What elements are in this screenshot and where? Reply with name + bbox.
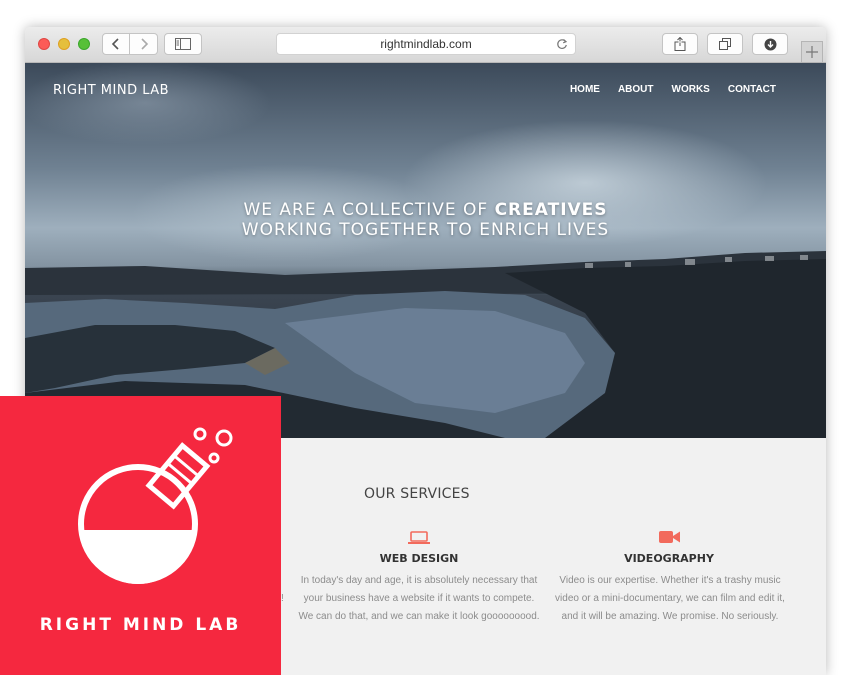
service-videography-line: and it will be amazing. We promise. No s… (561, 611, 779, 622)
nav-works[interactable]: WORKS (672, 84, 710, 95)
tabs-icon (719, 38, 731, 50)
nav-home[interactable]: HOME (570, 84, 600, 95)
service-web-design-line: In today's day and age, it is absolutely… (300, 575, 538, 586)
forward-button[interactable] (130, 33, 158, 55)
zoom-window-button[interactable] (78, 38, 90, 50)
reload-icon[interactable] (556, 38, 568, 50)
hero-headline-emphasis: CREATIVES (494, 200, 608, 220)
service-videography-description: Video is our expertise. Whether it's a t… (539, 572, 801, 626)
video-camera-icon (659, 531, 680, 543)
tab-overview-button[interactable] (707, 33, 743, 55)
sidebar-icon (175, 38, 191, 50)
nav-about[interactable]: ABOUT (618, 84, 654, 95)
hero-headline-prefix: WE ARE A COLLECTIVE OF (243, 200, 495, 220)
url-text: rightmindlab.com (380, 37, 472, 51)
close-window-button[interactable] (38, 38, 50, 50)
hero-background-image (25, 251, 826, 438)
history-buttons (102, 33, 158, 55)
logo-card: RIGHT MIND LAB (0, 396, 281, 675)
site-nav: HOME ABOUT WORKS CONTACT (570, 84, 776, 95)
logo-text: RIGHT MIND LAB (39, 615, 242, 635)
site-brand[interactable]: RIGHT MIND LAB (53, 83, 169, 98)
service-web-design-title: WEB DESIGN (379, 552, 459, 565)
service-videography-title: VIDEOGRAPHY (624, 552, 714, 565)
cropped-text-fragment: ! (281, 593, 284, 604)
services-title: OUR SERVICES (364, 486, 470, 502)
service-videography-line: Video is our expertise. Whether it's a t… (559, 575, 781, 586)
share-button[interactable] (662, 33, 698, 55)
hero-headline-line-1: WE ARE A COLLECTIVE OF CREATIVES (25, 200, 826, 221)
back-button[interactable] (102, 33, 130, 55)
sidebar-button[interactable] (164, 33, 202, 55)
service-web-design-description: In today's day and age, it is absolutely… (289, 572, 549, 626)
hero-headline-line-2: WORKING TOGETHER TO ENRICH LIVES (241, 220, 610, 240)
minimize-window-button[interactable] (58, 38, 70, 50)
address-bar[interactable]: rightmindlab.com (276, 33, 576, 55)
laptop-icon (408, 531, 430, 544)
hero-section: RIGHT MIND LAB HOME ABOUT WORKS CONTACT … (25, 63, 826, 438)
download-icon (764, 38, 776, 50)
plus-icon (806, 46, 818, 58)
share-icon (674, 37, 686, 51)
service-web-design-line: We can do that, and we can make it look … (298, 611, 540, 622)
service-web-design-line: your business have a website if it wants… (303, 593, 535, 604)
browser-toolbar: rightmindlab.com (25, 27, 826, 63)
nav-contact[interactable]: CONTACT (728, 84, 776, 95)
forward-icon (140, 38, 148, 50)
service-videography-line: video or a mini-documentary, we can film… (555, 593, 785, 604)
back-icon (111, 38, 119, 50)
new-tab-button[interactable] (801, 41, 823, 63)
downloads-button[interactable] (752, 33, 788, 55)
